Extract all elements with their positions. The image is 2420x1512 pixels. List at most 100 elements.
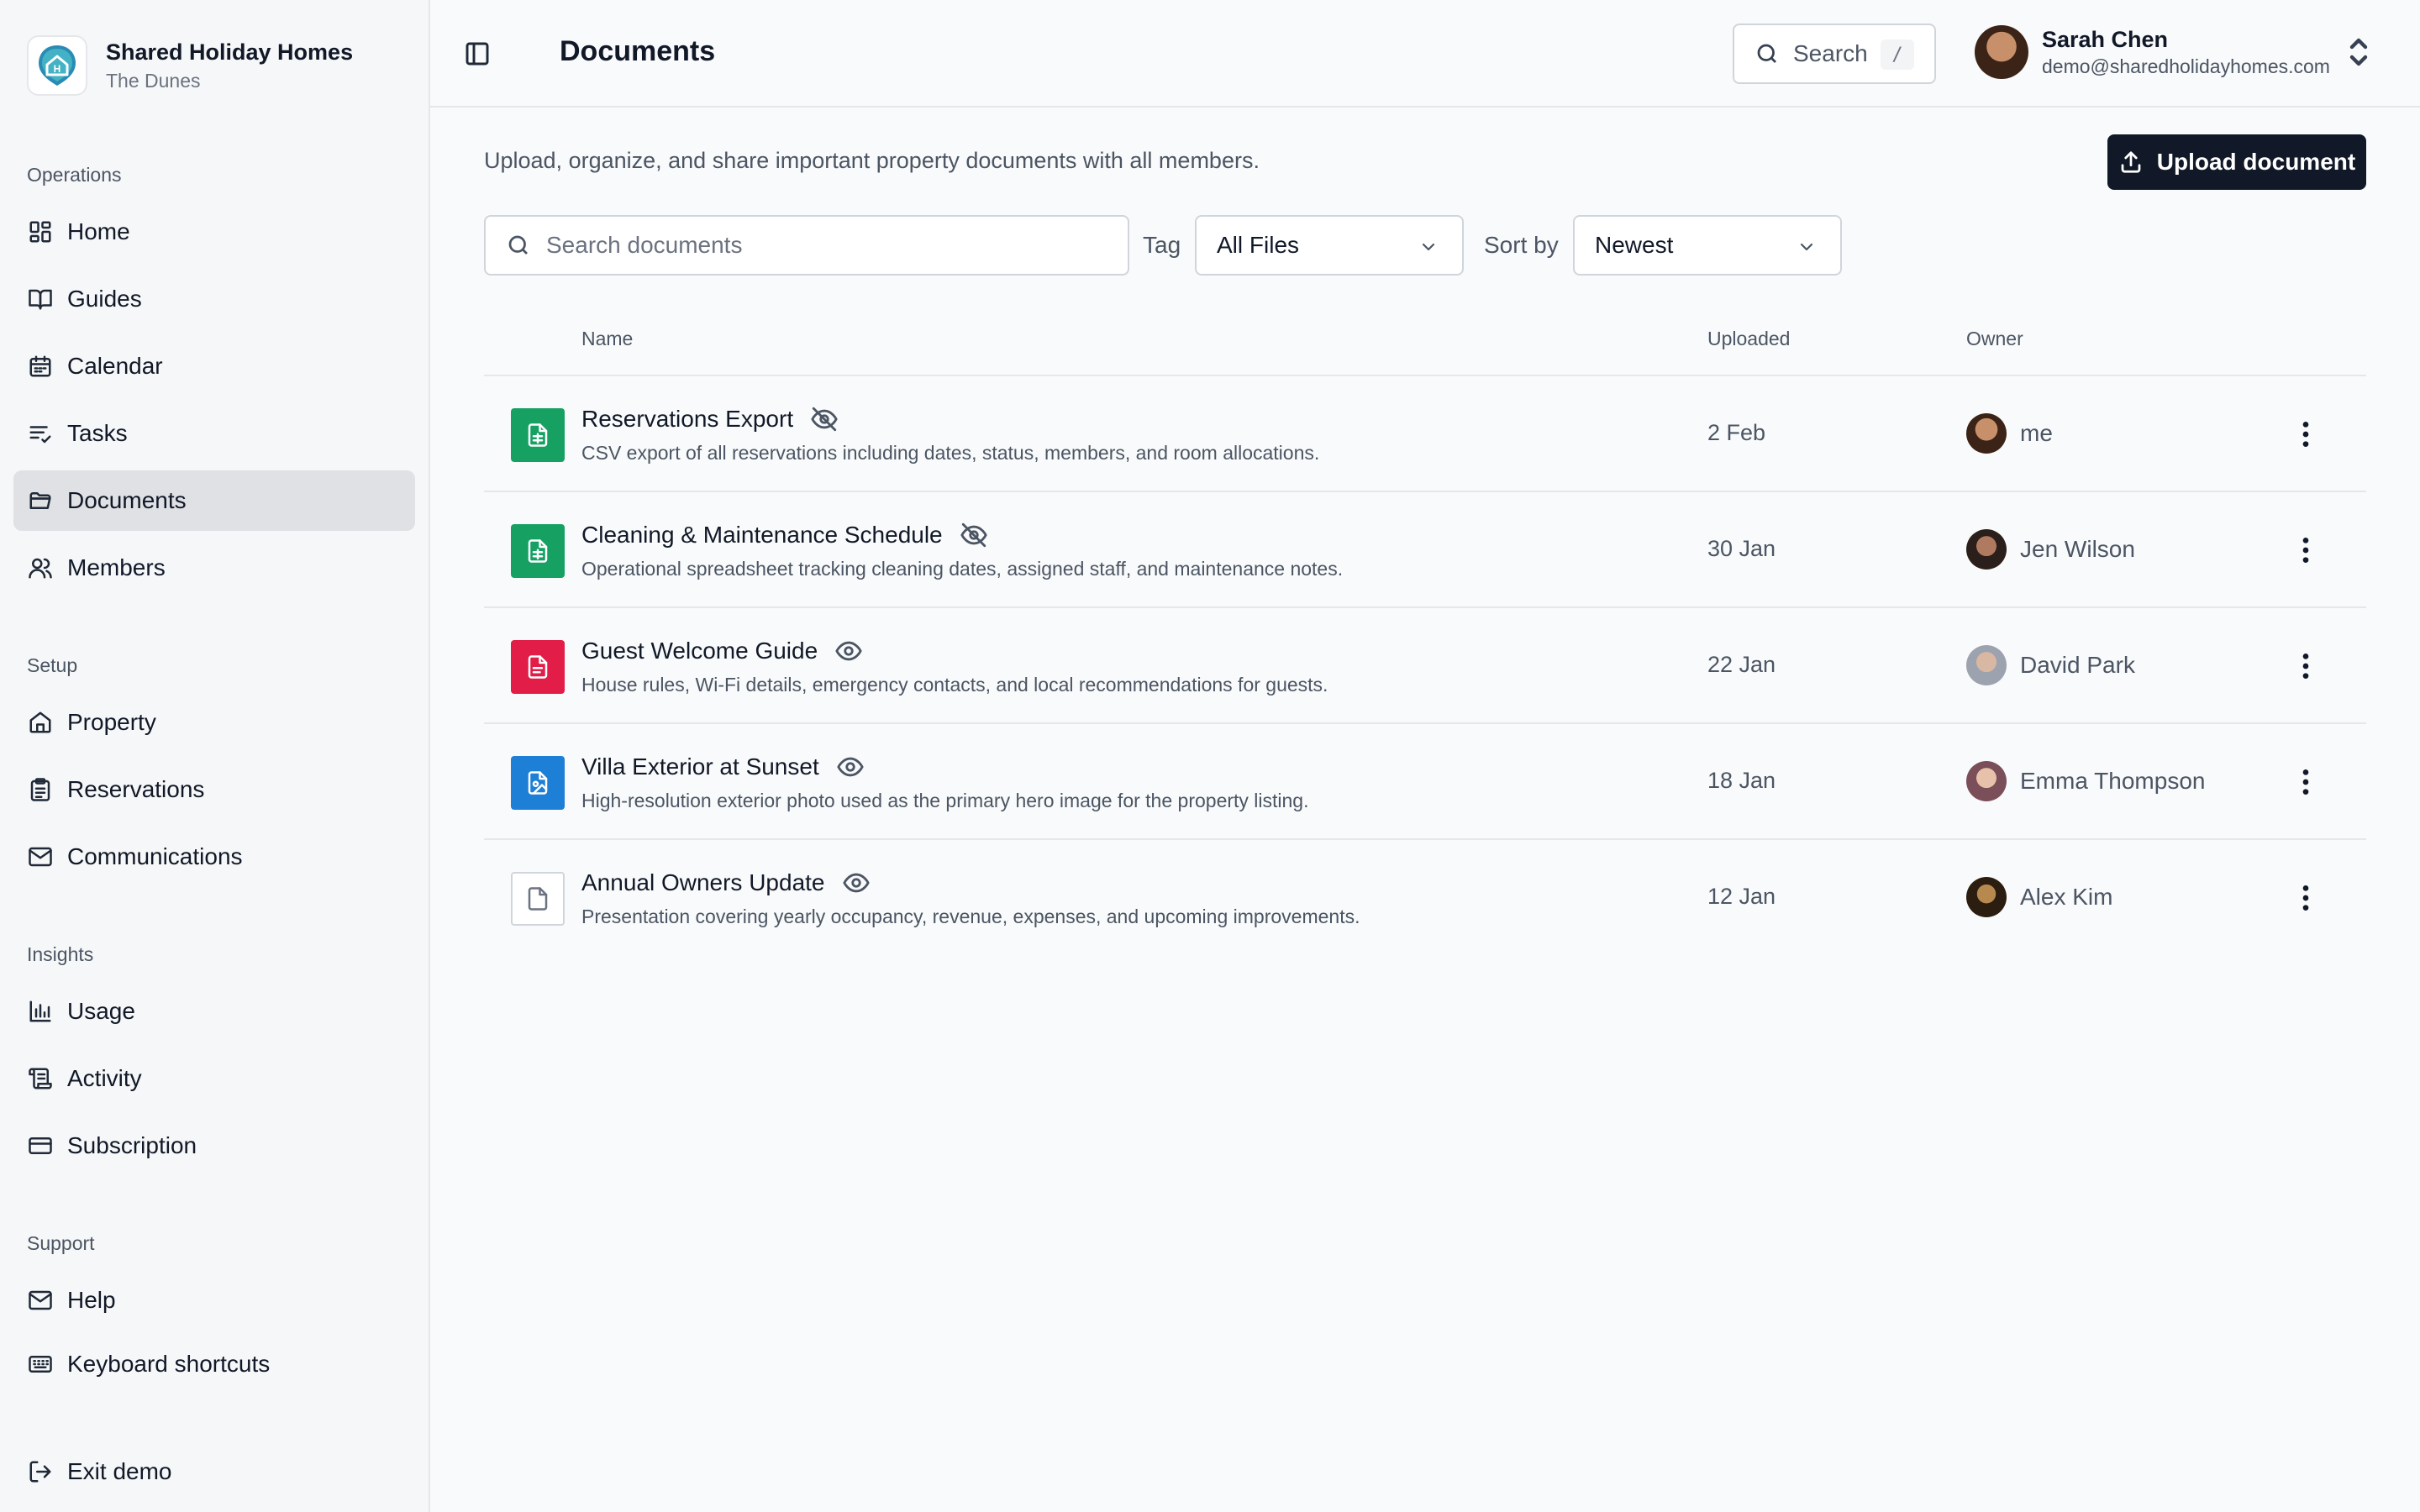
sidebar-item-label: Reservations <box>67 776 205 802</box>
document-title[interactable]: Annual Owners Update <box>581 869 825 896</box>
spreadsheet-file-icon <box>511 408 565 462</box>
more-vertical-icon <box>2302 654 2309 679</box>
credit-card-icon <box>27 1132 54 1159</box>
search-icon <box>508 235 528 255</box>
owner: Emma Thompson <box>1966 761 2205 801</box>
uploaded-date: 30 Jan <box>1707 536 1776 561</box>
page-subtitle: Upload, organize, and share important pr… <box>484 148 1260 173</box>
avatar <box>1966 761 2007 801</box>
tag-select-value: All Files <box>1217 232 1300 258</box>
more-options-button[interactable] <box>2289 647 2323 685</box>
sidebar-item-tasks[interactable]: Tasks <box>13 403 415 464</box>
eye-off-icon <box>810 405 839 433</box>
exit-demo-button[interactable]: Exit demo <box>13 1441 415 1502</box>
brand-name: Shared Holiday Homes <box>106 39 354 65</box>
sidebar-item-calendar[interactable]: Calendar <box>13 336 415 396</box>
chevron-down-icon <box>1422 243 1435 251</box>
more-options-button[interactable] <box>2289 879 2323 917</box>
sidebar-item-subscription[interactable]: Subscription <box>13 1116 415 1176</box>
eye-icon <box>834 637 863 665</box>
column-header-owner[interactable]: Owner <box>1966 328 2023 350</box>
table-row[interactable]: Annual Owners Update Presentation coveri… <box>484 840 2366 956</box>
avatar <box>1975 25 2028 79</box>
sidebar-toggle-icon <box>466 42 489 66</box>
user-email: demo@sharedholidayhomes.com <box>2042 55 2330 77</box>
sidebar-item-property[interactable]: Property <box>13 692 415 753</box>
scroll-icon <box>27 1065 54 1092</box>
calendar-icon <box>27 353 54 380</box>
column-header-uploaded[interactable]: Uploaded <box>1707 328 1790 350</box>
document-description: High-resolution exterior photo used as t… <box>581 790 1309 811</box>
upload-document-button[interactable]: Upload document <box>2107 134 2366 190</box>
uploaded-date: 12 Jan <box>1707 884 1776 909</box>
document-title[interactable]: Cleaning & Maintenance Schedule <box>581 522 943 549</box>
sidebar-item-help[interactable]: Help <box>13 1270 415 1331</box>
more-options-button[interactable] <box>2289 531 2323 570</box>
tag-filter-label: Tag <box>1143 232 1181 258</box>
table-row[interactable]: Reservations Export CSV export of all re… <box>484 376 2366 492</box>
svg-text:H: H <box>54 63 61 75</box>
page-title: Documents <box>560 35 716 67</box>
sort-select[interactable]: Newest <box>1573 215 1842 276</box>
sidebar-item-label: Communications <box>67 843 243 869</box>
sort-label: Sort by <box>1484 232 1559 258</box>
sidebar-item-label: Documents <box>67 487 187 513</box>
exit-demo-label: Exit demo <box>67 1458 172 1484</box>
user-menu[interactable]: Sarah Chen demo@sharedholidayhomes.com <box>1975 25 2369 79</box>
sidebar-item-label: Usage <box>67 998 135 1024</box>
sidebar-item-documents[interactable]: Documents <box>13 470 415 531</box>
sidebar-toggle-button[interactable] <box>460 37 494 71</box>
user-name: Sarah Chen <box>2042 27 2169 52</box>
keyboard-icon <box>27 1351 54 1378</box>
sidebar-item-members[interactable]: Members <box>13 538 415 598</box>
search-shortcut-key: / <box>1881 39 1914 70</box>
avatar <box>1966 645 2007 685</box>
global-search-button[interactable]: Search / <box>1733 24 1936 84</box>
sidebar-item-label: Activity <box>67 1065 142 1091</box>
document-title[interactable]: Villa Exterior at Sunset <box>581 753 819 780</box>
sidebar-item-communications[interactable]: Communications <box>13 827 415 887</box>
tag-select[interactable]: All Files <box>1195 215 1464 276</box>
section-label-operations: Operations <box>27 164 122 186</box>
document-title[interactable]: Guest Welcome Guide <box>581 638 818 664</box>
document-search-field[interactable] <box>484 215 1129 276</box>
more-vertical-icon <box>2302 769 2309 795</box>
upload-document-label: Upload document <box>2156 149 2356 175</box>
eye-icon <box>836 753 865 781</box>
uploaded-date: 18 Jan <box>1707 768 1776 793</box>
users-icon <box>27 554 54 581</box>
sidebar-item-usage[interactable]: Usage <box>13 981 415 1042</box>
table-row[interactable]: Cleaning & Maintenance Schedule Operatio… <box>484 492 2366 608</box>
search-icon <box>1757 44 1776 63</box>
documents-table: Name Uploaded Owner Reservations Export … <box>484 311 2366 956</box>
column-header-name[interactable]: Name <box>581 328 633 350</box>
more-options-button[interactable] <box>2289 763 2323 801</box>
clipboard-icon <box>27 776 54 803</box>
owner: Alex Kim <box>1966 877 2112 917</box>
uploaded-date: 22 Jan <box>1707 652 1776 677</box>
table-row[interactable]: Guest Welcome Guide House rules, Wi-Fi d… <box>484 608 2366 724</box>
table-row[interactable]: Villa Exterior at Sunset High-resolution… <box>484 724 2366 840</box>
sidebar-item-label: Help <box>67 1287 116 1313</box>
sidebar-item-label: Home <box>67 218 130 244</box>
more-options-button[interactable] <box>2289 415 2323 454</box>
sidebar-item-guides[interactable]: Guides <box>13 269 415 329</box>
sidebar-item-activity[interactable]: Activity <box>13 1048 415 1109</box>
more-vertical-icon <box>2302 885 2309 911</box>
document-title[interactable]: Reservations Export <box>581 406 793 433</box>
spreadsheet-file-icon <box>511 524 565 578</box>
document-description: Operational spreadsheet tracking cleanin… <box>581 558 1344 580</box>
document-search-input[interactable] <box>546 232 1101 259</box>
sidebar-item-keyboard-shortcuts[interactable]: Keyboard shortcuts <box>13 1334 415 1394</box>
avatar <box>1966 413 2007 454</box>
sidebar-item-reservations[interactable]: Reservations <box>13 759 415 820</box>
uploaded-date: 2 Feb <box>1707 420 1766 445</box>
global-search-label: Search <box>1793 40 1868 66</box>
chevron-up-down-icon <box>2349 35 2369 69</box>
sidebar-item-home[interactable]: Home <box>13 202 415 262</box>
brand[interactable]: H Shared Holiday Homes The Dunes <box>27 35 353 96</box>
app-window: H Shared Holiday Homes The Dunes Operati… <box>0 0 2420 1512</box>
document-description: House rules, Wi-Fi details, emergency co… <box>581 674 1328 696</box>
document-description: Presentation covering yearly occupancy, … <box>581 906 1360 927</box>
sidebar-item-label: Keyboard shortcuts <box>67 1351 271 1377</box>
